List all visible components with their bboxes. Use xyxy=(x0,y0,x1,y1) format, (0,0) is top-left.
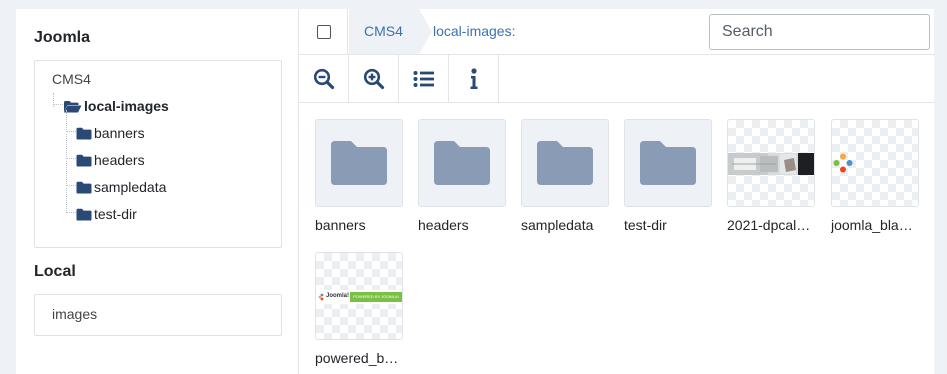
tree-item-local-images[interactable]: local-images xyxy=(53,93,169,114)
list-view-button[interactable] xyxy=(399,55,449,102)
item-label: headers xyxy=(418,217,469,233)
folder-headers[interactable]: headers xyxy=(418,119,506,233)
select-all-cell xyxy=(299,9,348,55)
item-label: test-dir xyxy=(624,217,667,233)
item-label: sampledata xyxy=(521,217,594,233)
joomla-logo-icon xyxy=(833,153,853,173)
folder-icon xyxy=(640,141,696,185)
toolbar xyxy=(299,55,935,103)
folder-thumbnail xyxy=(624,119,712,207)
tree-item-label: sampledata xyxy=(94,179,167,195)
magnifier-minus-icon xyxy=(313,68,334,89)
image-thumbnail: Joomla! POWERED BY JOOMLA! xyxy=(315,252,403,340)
folder-icon xyxy=(76,127,92,139)
media-browser: CMS4 local-images: Search banners header… xyxy=(298,9,935,374)
tree-branch xyxy=(66,110,76,132)
local-section-title: Local xyxy=(34,263,76,280)
joomla-section-title: Joomla xyxy=(34,29,91,46)
banner-logo-text: Joomla! xyxy=(326,293,350,299)
tree-branch xyxy=(66,161,76,186)
breadcrumb-root-label: CMS4 xyxy=(364,23,403,39)
folder-sampledata[interactable]: sampledata xyxy=(521,119,609,233)
tree-item-headers[interactable]: headers xyxy=(66,134,145,168)
tree-item-label: banners xyxy=(94,125,145,141)
sidebar: Joomla CMS4 local-images banners headers xyxy=(16,9,298,374)
breadcrumb-root[interactable]: CMS4 xyxy=(349,9,432,54)
search-input[interactable] xyxy=(709,14,930,50)
tree-item-images[interactable]: images xyxy=(52,306,97,322)
folder-test-dir[interactable]: test-dir xyxy=(624,119,712,233)
tree-item-label: local-images xyxy=(84,98,169,114)
select-all-checkbox[interactable] xyxy=(317,25,331,39)
tree-item-test-dir[interactable]: test-dir xyxy=(66,188,137,222)
tree-item-sampledata[interactable]: sampledata xyxy=(66,161,167,195)
folder-icon xyxy=(76,154,92,166)
folder-icon xyxy=(434,141,490,185)
item-label: joomla_bla… xyxy=(831,217,913,233)
zoom-in-button[interactable] xyxy=(349,55,399,102)
image-thumbnail xyxy=(727,119,815,207)
zoom-out-button[interactable] xyxy=(299,55,349,102)
folder-thumbnail xyxy=(315,119,403,207)
folder-thumbnail xyxy=(418,119,506,207)
item-label: banners xyxy=(315,217,366,233)
tree-branch xyxy=(66,188,76,213)
tree-item-label: headers xyxy=(94,152,145,168)
folder-thumbnail xyxy=(521,119,609,207)
item-label: 2021-dpcal… xyxy=(727,217,811,233)
folder-banners[interactable]: banners xyxy=(315,119,403,233)
magnifier-plus-icon xyxy=(363,68,384,89)
folder-icon xyxy=(76,208,92,220)
list-icon xyxy=(413,70,434,87)
folder-icon xyxy=(76,181,92,193)
image-joomla-black[interactable]: joomla_bla… xyxy=(831,119,919,233)
image-thumbnail xyxy=(831,119,919,207)
info-button[interactable] xyxy=(449,55,499,102)
tree-item-cms4[interactable]: CMS4 xyxy=(52,71,91,87)
info-icon xyxy=(470,67,477,89)
folder-icon xyxy=(537,141,593,185)
image-2021-dpcal[interactable]: 2021-dpcal… xyxy=(727,119,815,233)
tree-item-label: test-dir xyxy=(94,206,137,222)
local-tree: images xyxy=(34,294,282,336)
breadcrumb-current[interactable]: local-images: xyxy=(433,23,515,39)
photo-thumbnail-image xyxy=(728,153,814,175)
item-label: powered_b… xyxy=(315,350,399,366)
tree-branch xyxy=(53,93,63,105)
joomla-tree: CMS4 local-images banners headers sample… xyxy=(34,60,282,248)
top-bar: CMS4 local-images: xyxy=(299,9,935,55)
tree-item-banners[interactable]: banners xyxy=(66,110,145,141)
banner-tagline-text: POWERED BY JOOMLA! xyxy=(353,294,399,299)
folder-icon xyxy=(331,141,387,185)
tree-branch xyxy=(66,134,76,159)
image-powered-by[interactable]: Joomla! POWERED BY JOOMLA! powered_b… xyxy=(315,252,403,366)
